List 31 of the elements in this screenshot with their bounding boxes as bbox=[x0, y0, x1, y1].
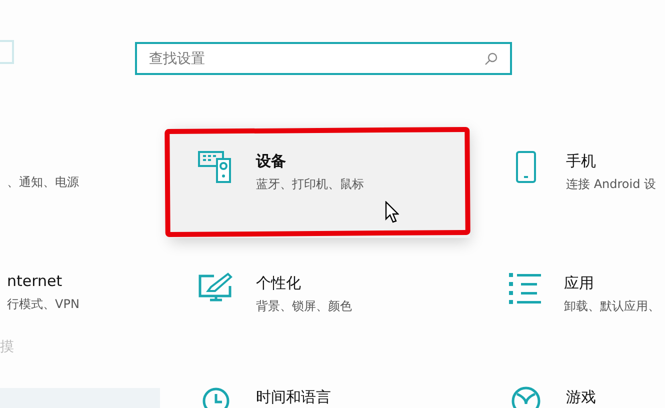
search-field[interactable]: 查找设置 bbox=[135, 42, 512, 75]
settings-tile[interactable]: 、通知、电源 bbox=[0, 128, 165, 190]
settings-tile[interactable]: nternet 行模式、VPN bbox=[0, 250, 165, 312]
tile-description: 行模式、VPN bbox=[7, 296, 80, 312]
mouse-pointer-icon bbox=[385, 201, 399, 223]
settings-tile[interactable]: 应用 卸载、默认应用、 bbox=[480, 250, 660, 314]
tile-title: 时间和语言 bbox=[256, 388, 331, 406]
keyboard-speaker-icon bbox=[198, 150, 234, 184]
tile-title: 个性化 bbox=[256, 274, 302, 292]
phone-icon bbox=[515, 150, 537, 184]
tile-title: 设备 bbox=[256, 152, 287, 170]
settings-tile[interactable]: 手机 连接 Android 设 bbox=[480, 128, 660, 192]
tile-title: 游戏 bbox=[566, 388, 596, 406]
tile-description: 连接 Android 设 bbox=[566, 176, 656, 192]
tile-description: 卸载、默认应用、 bbox=[564, 298, 660, 314]
tile-title: 应用 bbox=[564, 274, 595, 292]
settings-tile[interactable]: 设备 蓝牙、打印机、鼠标 bbox=[170, 128, 470, 238]
faded-label: 摸 bbox=[0, 338, 14, 356]
tile-title: 手机 bbox=[566, 152, 597, 170]
search-icon bbox=[484, 52, 498, 66]
input-field[interactable] bbox=[0, 40, 14, 64]
monitor-brush-icon bbox=[198, 272, 234, 304]
tile-description: 蓝牙、打印机、鼠标 bbox=[256, 176, 364, 192]
tile-description: 、通知、电源 bbox=[7, 174, 79, 190]
list-icon bbox=[508, 272, 542, 306]
tile-description: 背景、锁屏、颜色 bbox=[256, 298, 352, 314]
settings-tile[interactable]: 游戏 bbox=[480, 372, 660, 408]
settings-tile[interactable]: 个性化 背景、锁屏、颜色 bbox=[170, 250, 470, 314]
tile-title: nternet bbox=[7, 272, 64, 290]
clock-icon bbox=[201, 386, 231, 408]
settings-tile[interactable]: 时间和语言 bbox=[170, 372, 470, 408]
